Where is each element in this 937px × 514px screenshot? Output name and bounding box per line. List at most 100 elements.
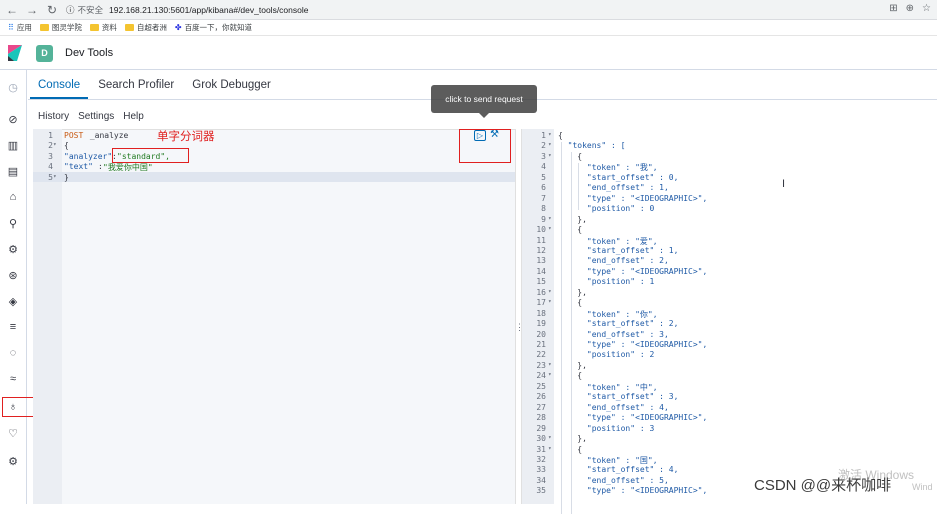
infrastructure-icon[interactable]: ⊛ [6,268,20,282]
dashboard-icon[interactable]: ▤ [6,164,20,178]
fold-arrow-icon[interactable]: ▾ [53,141,57,148]
visualize-chart-icon[interactable]: ▥ [6,138,20,152]
response-line-number: 34 [536,475,546,485]
fold-arrow-icon[interactable]: ▾ [548,131,552,138]
bookmark-folder[interactable]: 图灵学院 [39,22,82,33]
response-line-number: 13 [536,256,546,266]
bookmark-folder[interactable]: 自超者洲 [124,22,167,33]
response-line-number: 21 [536,340,546,349]
recent-clock-icon[interactable]: ◷ [6,80,20,94]
drag-handle-icon[interactable]: ⋮ [515,322,524,333]
response-line-number: 2 [541,141,546,151]
apm-icon[interactable]: ≡ [6,320,20,334]
response-line-number: 15 [536,277,546,287]
url-text: 192.168.21.130:5601/app/kibana#/dev_tool… [109,4,309,15]
siem-icon[interactable]: ≈ [6,372,20,386]
star-icon[interactable]: ☆ [922,3,931,14]
response-line-number: 20 [536,329,546,339]
highlight-box-send [459,129,511,163]
console-menu: History Settings Help [38,111,144,122]
response-line-number: 26 [536,392,546,402]
response-line-number: 1 [541,131,546,140]
response-line: }, [558,214,587,224]
browser-actions: ⊞ ⊕ ☆ [889,3,931,14]
code-value: "我爱你中国" [103,163,153,172]
fold-arrow-icon[interactable]: ▾ [548,361,552,368]
ml-icon[interactable]: ⚙ [6,242,20,256]
response-line-number: 29 [536,423,546,433]
response-line-number: 9 [541,214,546,224]
folder-icon [39,24,49,31]
monitoring-icon[interactable]: ♡ [6,426,20,440]
fold-arrow-icon[interactable]: ▾ [548,434,552,441]
response-line: "token" : "爱", [558,236,658,246]
fold-arrow-icon[interactable]: ▾ [548,288,552,295]
fold-arrow-icon[interactable]: ▾ [548,152,552,159]
translate-icon[interactable]: ⊞ [889,3,897,14]
response-line-number: 10 [536,225,546,235]
settings-link[interactable]: Settings [78,111,114,122]
folder-icon [89,24,99,31]
response-line: "type" : "<IDEOGRAPHIC>", [558,486,708,496]
line-number: 3 [48,152,53,161]
canvas-icon[interactable]: ⌂ [6,190,20,204]
response-line: "end_offset" : 3, [558,329,669,339]
tab-grok-debugger[interactable]: Grok Debugger [184,79,279,99]
response-line: "end_offset" : 1, [558,183,669,193]
fold-arrow-icon[interactable]: ▾ [548,298,552,305]
indent-guide [561,142,562,514]
help-link[interactable]: Help [123,111,144,122]
folder-icon [124,24,134,31]
bookmark-baidu[interactable]: ✤ 百度一下，你就知道 [175,22,252,33]
back-icon[interactable]: ← [4,2,20,18]
response-line-number: 5 [541,172,546,182]
request-path: _analyze [85,131,129,140]
logs-icon[interactable]: ◈ [6,294,20,308]
response-line-number: 22 [536,350,546,360]
address-bar[interactable]: ⓘ 不安全 192.168.21.130:5601/app/kibana#/de… [66,4,308,16]
response-line: "tokens" : [ [558,141,626,151]
forward-icon[interactable]: → [24,2,40,18]
tab-console[interactable]: Console [30,79,89,99]
send-request-tooltip: click to send request [431,85,537,113]
response-line-number: 14 [536,266,546,276]
pane-resizer[interactable] [515,129,522,504]
response-line-number: 32 [536,454,546,464]
response-line: }, [558,434,587,444]
response-line-number: 30 [536,434,546,444]
zoom-icon[interactable]: ⊕ [906,3,914,14]
request-editor[interactable] [33,129,515,504]
response-line-number: 25 [536,381,546,391]
fold-arrow-icon[interactable]: ▾ [548,225,552,232]
response-line: "start_offset" : 3, [558,392,679,402]
text-cursor-icon: I [782,178,786,190]
management-gear-icon[interactable]: ⚙ [6,454,20,468]
response-line: "end_offset" : 2, [558,256,669,266]
response-line-number: 16 [536,287,546,297]
line-number: 4 [48,162,53,171]
request-method: POST [64,131,84,140]
kibana-logo-icon[interactable] [0,37,30,69]
fold-arrow-icon[interactable]: ▾ [548,141,552,148]
discover-compass-icon[interactable]: ⊘ [6,112,20,126]
fold-arrow-icon[interactable]: ▾ [548,371,552,378]
bookmark-apps[interactable]: ⠿ 应用 [8,22,32,33]
fold-arrow-icon[interactable]: ▾ [53,173,57,180]
history-link[interactable]: History [38,111,69,122]
browser-toolbar: ← → ↻ ⓘ 不安全 192.168.21.130:5601/app/kiba… [0,0,937,20]
bookmark-folder[interactable]: 资料 [89,22,117,33]
fold-arrow-icon[interactable]: ▾ [548,215,552,222]
response-line-number: 8 [541,204,546,214]
response-line: "type" : "<IDEOGRAPHIC>", [558,413,708,423]
space-avatar[interactable]: D [36,44,53,62]
insecure-label: 不安全 [77,4,104,15]
uptime-icon[interactable]: ◌ [6,346,20,360]
tab-search-profiler[interactable]: Search Profiler [90,79,182,99]
fold-arrow-icon[interactable]: ▾ [548,445,552,452]
response-line: "position" : 1 [558,277,655,287]
response-line-number: 11 [536,235,546,245]
line-number: 1 [48,131,53,140]
maps-icon[interactable]: ⚲ [6,216,20,230]
apps-grid-icon: ⠿ [8,23,14,32]
reload-icon[interactable]: ↻ [44,2,60,18]
